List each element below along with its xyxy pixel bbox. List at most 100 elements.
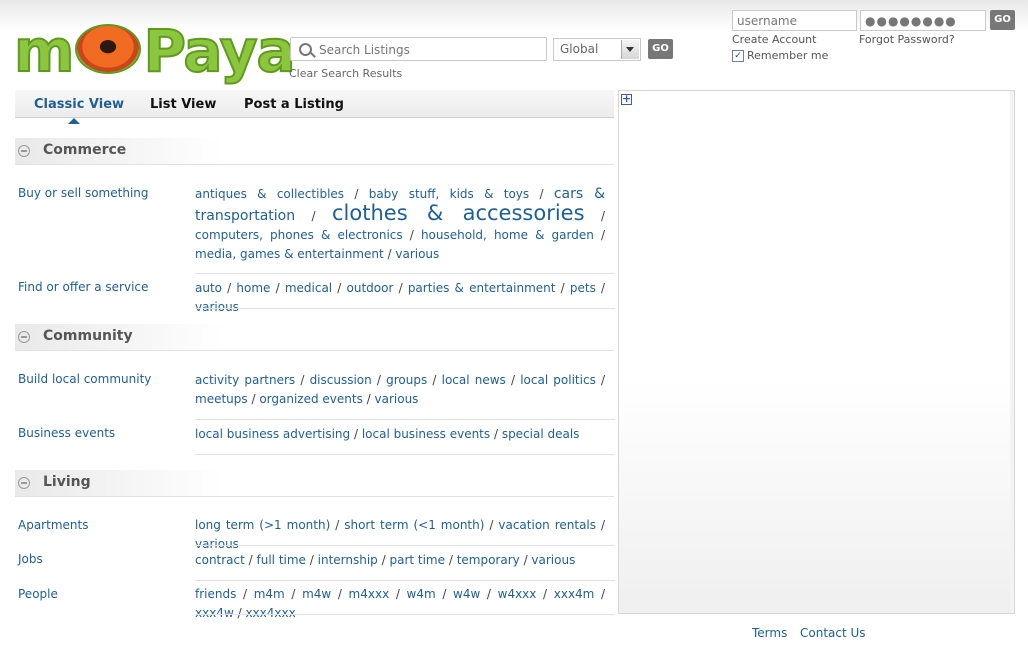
link-item[interactable]: xxx4xxx	[245, 606, 295, 620]
section-living: Living	[15, 470, 614, 497]
link-item[interactable]: computers, phones & electronics	[195, 228, 403, 242]
link-item[interactable]: various	[395, 247, 439, 261]
link-item[interactable]: outdoor	[347, 281, 394, 295]
row-divider	[195, 454, 615, 455]
link-item[interactable]: auto	[195, 281, 222, 295]
link-item[interactable]: various	[375, 392, 419, 406]
link-item[interactable]: discussion	[310, 373, 372, 387]
papaya-icon	[75, 24, 142, 74]
category-buy-sell[interactable]: Buy or sell something	[18, 186, 149, 200]
category-build-community[interactable]: Build local community	[18, 372, 151, 386]
link-item[interactable]: various	[195, 300, 239, 314]
username-input[interactable]	[732, 10, 857, 31]
link-item[interactable]: w4w	[453, 587, 480, 601]
row-divider	[195, 580, 615, 581]
row-divider	[195, 545, 615, 546]
link-item[interactable]: temporary	[457, 553, 520, 567]
clear-search-link[interactable]: Clear Search Results	[289, 67, 402, 80]
category-people[interactable]: People	[18, 587, 58, 601]
section-community: Community	[15, 324, 614, 351]
link-item[interactable]: household, home & garden	[421, 228, 594, 242]
tab-classic-view[interactable]: Classic View	[34, 97, 124, 124]
section-title: Living	[43, 474, 91, 490]
link-item[interactable]: m4m	[254, 587, 285, 601]
category-jobs[interactable]: Jobs	[18, 552, 43, 566]
row-divider	[195, 308, 615, 309]
link-item[interactable]: antiques & collectibles	[195, 187, 344, 201]
link-item[interactable]: xxx4w	[195, 606, 234, 620]
link-item[interactable]: m4xxx	[349, 587, 390, 601]
chevron-down-icon[interactable]	[621, 40, 639, 59]
category-business-events[interactable]: Business events	[18, 426, 115, 440]
link-item[interactable]: w4m	[407, 587, 436, 601]
link-item[interactable]: clothes & accessories	[332, 201, 585, 225]
collapse-icon[interactable]	[18, 331, 30, 343]
tab-list-view[interactable]: List View	[150, 97, 216, 112]
links-buy-sell: antiques & collectibles / baby stuff, ki…	[195, 186, 606, 261]
collapse-icon[interactable]	[18, 477, 30, 489]
section-title: Commerce	[43, 142, 127, 158]
link-item[interactable]: part time	[389, 553, 445, 567]
link-item[interactable]: local news	[442, 373, 506, 387]
link-item[interactable]: full time	[257, 553, 306, 567]
scope-select[interactable]: Global	[553, 38, 641, 61]
link-item[interactable]: baby stuff, kids & toys	[369, 187, 529, 201]
category-apartments[interactable]: Apartments	[18, 518, 88, 532]
search-box	[290, 37, 547, 61]
row-divider	[195, 419, 615, 420]
remember-checkbox[interactable]: ✓	[732, 49, 744, 62]
category-services[interactable]: Find or offer a service	[18, 280, 148, 294]
view-tabs: Classic View List View Post a Listing	[15, 90, 614, 124]
link-item[interactable]: various	[531, 553, 575, 567]
tab-post-a-listing[interactable]: Post a Listing	[244, 97, 344, 112]
link-item[interactable]: friends	[195, 587, 236, 601]
link-item[interactable]: long term (>1 month)	[195, 518, 330, 532]
link-item[interactable]: vacation rentals	[498, 518, 596, 532]
links-apartments: long term (>1 month) / short term (<1 mo…	[195, 518, 606, 551]
right-panel	[618, 90, 1015, 614]
create-account-link[interactable]: Create Account	[732, 33, 816, 46]
row-divider	[195, 273, 615, 274]
search-go-button[interactable]: GO	[648, 39, 673, 59]
link-item[interactable]: pets	[570, 281, 596, 295]
links-business-events: local business advertising / local busin…	[195, 427, 580, 441]
scope-select-value: Global	[560, 42, 599, 56]
logo-letter-m: m	[13, 17, 75, 85]
link-item[interactable]: local business events	[362, 427, 490, 441]
link-item[interactable]: m4w	[302, 587, 331, 601]
login-go-button[interactable]: GO	[990, 10, 1015, 30]
row-divider	[195, 614, 615, 615]
search-input[interactable]	[317, 40, 543, 60]
link-item[interactable]: short term (<1 month)	[344, 518, 484, 532]
collapse-icon[interactable]	[18, 145, 30, 157]
link-item[interactable]: various	[195, 537, 239, 551]
contact-us-link[interactable]: Contact Us	[800, 626, 866, 640]
forgot-password-link[interactable]: Forgot Password?	[859, 33, 955, 46]
logo-word-paya: Paya	[142, 17, 296, 85]
link-item[interactable]: meetups	[195, 392, 248, 406]
link-item[interactable]: parties & entertainment	[408, 281, 556, 295]
link-item[interactable]: medical	[285, 281, 332, 295]
link-item[interactable]: contract	[195, 553, 245, 567]
link-item[interactable]: media, games & entertainment	[195, 247, 384, 261]
mopaya-logo[interactable]: m Paya	[13, 17, 297, 85]
terms-link[interactable]: Terms	[752, 626, 787, 640]
password-input[interactable]	[860, 10, 986, 31]
link-item[interactable]: internship	[318, 553, 378, 567]
links-build-community: activity partners / discussion / groups …	[195, 373, 606, 406]
link-item[interactable]: local business advertising	[195, 427, 350, 441]
panel-scrollbar[interactable]	[1010, 91, 1014, 613]
links-services: auto / home / medical / outdoor / partie…	[195, 281, 606, 314]
link-item[interactable]: xxx4m	[554, 587, 595, 601]
link-item[interactable]: w4xxx	[498, 587, 537, 601]
link-item[interactable]: organized events	[259, 392, 363, 406]
search-icon	[299, 43, 312, 56]
link-item[interactable]: groups	[386, 373, 427, 387]
expand-plus-icon[interactable]: +	[621, 93, 632, 105]
links-jobs: contract / full time / internship / part…	[195, 553, 576, 567]
link-item[interactable]: home	[236, 281, 270, 295]
link-item[interactable]: activity partners	[195, 373, 295, 387]
link-item[interactable]: local politics	[520, 373, 596, 387]
link-item[interactable]: special deals	[502, 427, 580, 441]
remember-me[interactable]: ✓ Remember me	[732, 49, 828, 62]
